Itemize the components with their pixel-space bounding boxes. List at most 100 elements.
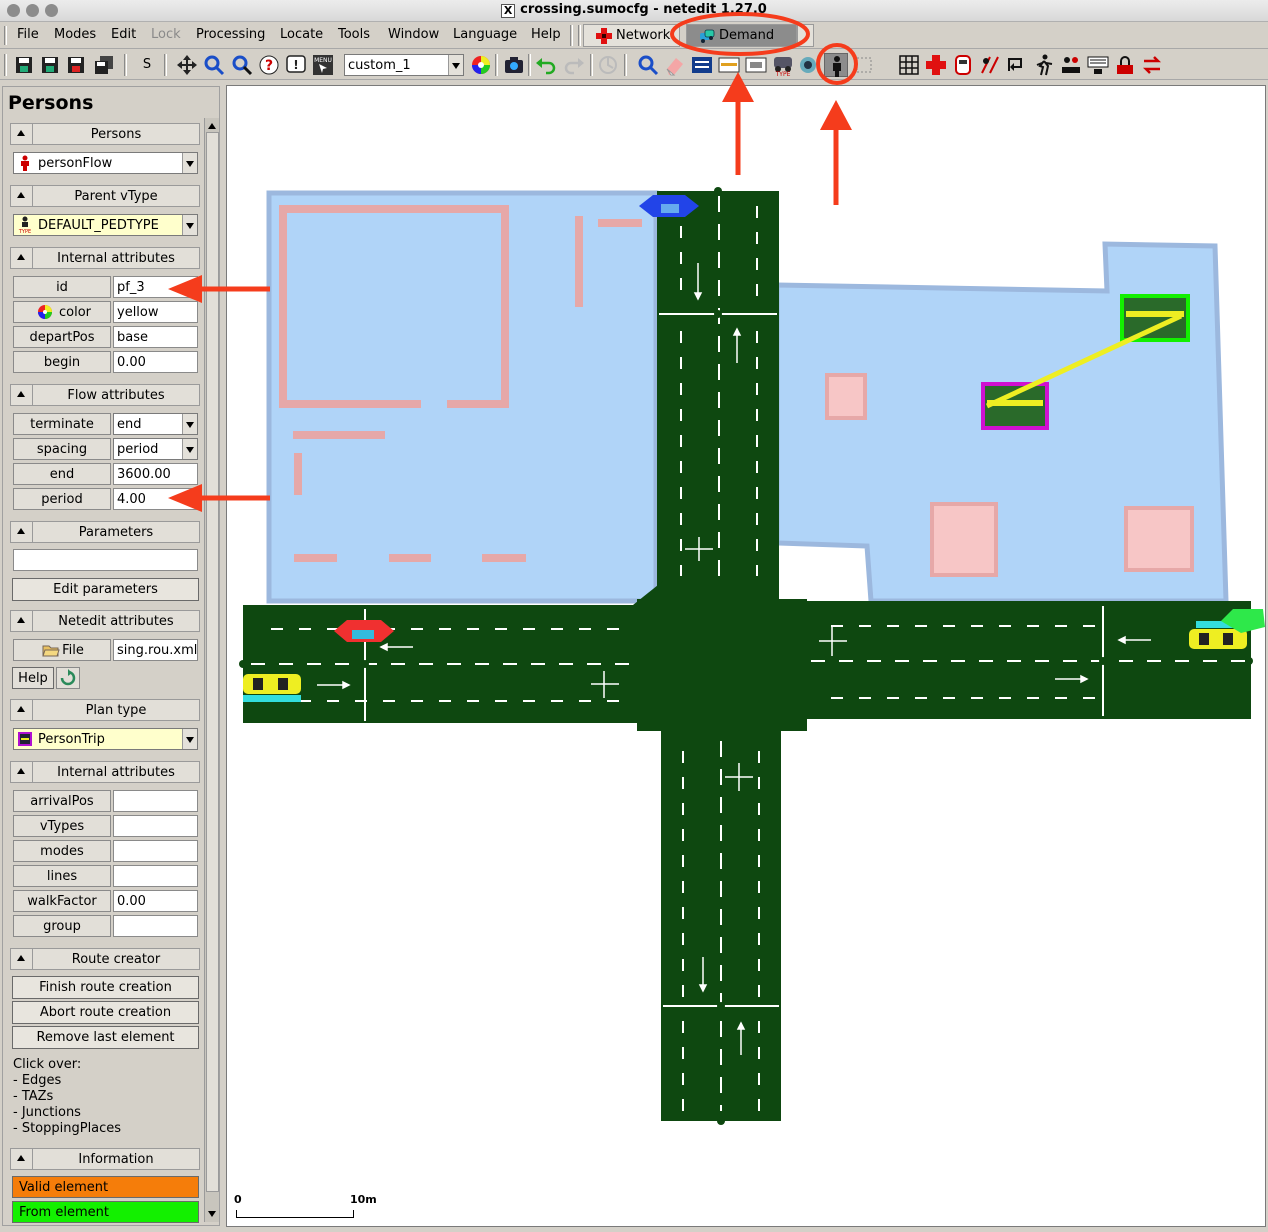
panel-scrollbar[interactable] bbox=[204, 118, 219, 1222]
plan-type-select[interactable]: PersonTrip bbox=[13, 728, 198, 750]
vehicle-yellow-left[interactable] bbox=[243, 674, 301, 702]
arrivalpos-field[interactable] bbox=[113, 790, 198, 812]
menu-modes[interactable]: Modes bbox=[54, 27, 96, 42]
walkfactor-field[interactable]: 0.00 bbox=[113, 890, 198, 912]
toolbar-grip[interactable] bbox=[495, 54, 498, 76]
flow-attributes-header[interactable]: Flow attributes bbox=[10, 384, 200, 406]
netedit-attributes-header[interactable]: Netedit attributes bbox=[10, 610, 200, 632]
undo-button[interactable] bbox=[534, 53, 558, 77]
plan-internal-attributes-header[interactable]: Internal attributes bbox=[10, 761, 200, 783]
save-additionals-button[interactable] bbox=[38, 53, 62, 77]
collapse-icon[interactable] bbox=[11, 124, 33, 144]
vehicle-view-button[interactable] bbox=[951, 53, 975, 77]
recompute-button[interactable] bbox=[596, 53, 620, 77]
terminate-select[interactable]: end bbox=[113, 413, 198, 435]
collapse-icon[interactable] bbox=[11, 248, 33, 268]
route-creator-header[interactable]: Route creator bbox=[10, 948, 200, 970]
file-button[interactable]: File bbox=[13, 639, 111, 661]
network-view[interactable] bbox=[227, 86, 1266, 1227]
reset-button[interactable] bbox=[56, 667, 80, 689]
menu-button[interactable]: MENU bbox=[311, 53, 335, 77]
menubar-grip[interactable] bbox=[4, 26, 7, 45]
collapse-icon[interactable] bbox=[11, 186, 33, 206]
swap-view-button[interactable] bbox=[1140, 53, 1164, 77]
menu-tools[interactable]: Tools bbox=[338, 27, 370, 42]
network-canvas[interactable]: 0 10m bbox=[226, 85, 1266, 1227]
collapse-icon[interactable] bbox=[11, 762, 33, 782]
route-view-button[interactable] bbox=[1005, 53, 1029, 77]
vehicle-mode-button[interactable] bbox=[744, 53, 768, 77]
save-network-button[interactable] bbox=[12, 53, 36, 77]
toolbar-grip[interactable] bbox=[4, 54, 7, 76]
parameters-field[interactable] bbox=[13, 549, 198, 571]
left-area-polygon[interactable] bbox=[266, 190, 659, 604]
parameters-header[interactable]: Parameters bbox=[10, 521, 200, 543]
menubar-grip-3[interactable] bbox=[578, 25, 581, 46]
walk-view-button[interactable] bbox=[1032, 53, 1056, 77]
lock-view-button[interactable] bbox=[1113, 53, 1137, 77]
persons-group-header[interactable]: Persons bbox=[10, 123, 200, 145]
finish-route-button[interactable]: Finish route creation bbox=[12, 976, 199, 999]
modes-field[interactable] bbox=[113, 840, 198, 862]
inspect-button[interactable]: ? bbox=[257, 53, 281, 77]
help-button[interactable]: Help bbox=[12, 667, 54, 689]
toolbar-grip[interactable] bbox=[124, 54, 127, 76]
collapse-icon[interactable] bbox=[11, 700, 33, 720]
color-field[interactable]: yellow bbox=[113, 301, 198, 323]
end-field[interactable]: 3600.00 bbox=[113, 463, 198, 485]
save-all-button[interactable] bbox=[92, 53, 116, 77]
menu-window[interactable]: Window bbox=[388, 27, 439, 42]
person-type-mode-button[interactable] bbox=[852, 53, 876, 77]
supermode-extra-button[interactable] bbox=[797, 24, 814, 47]
tooltip-button[interactable]: ! bbox=[284, 53, 308, 77]
departpos-field[interactable]: base bbox=[113, 326, 198, 348]
lane-change-button[interactable] bbox=[978, 53, 1002, 77]
color-button[interactable] bbox=[469, 53, 493, 77]
information-header[interactable]: Information bbox=[10, 1148, 200, 1170]
group-field[interactable] bbox=[113, 915, 198, 937]
toolbar-grip[interactable] bbox=[528, 54, 531, 76]
persons-view-button[interactable] bbox=[1059, 53, 1083, 77]
toolbar-grip[interactable] bbox=[624, 54, 627, 76]
parent-vtype-select[interactable]: TYPE DEFAULT_PEDTYPE bbox=[13, 214, 198, 236]
menu-lock[interactable]: Lock bbox=[151, 27, 181, 42]
edit-parameters-button[interactable]: Edit parameters bbox=[12, 578, 199, 601]
s-button[interactable]: S bbox=[135, 53, 159, 77]
id-field[interactable]: pf_3 bbox=[113, 276, 198, 298]
spacing-select[interactable]: period bbox=[113, 438, 198, 460]
network-supermode-button[interactable]: Network bbox=[583, 24, 680, 47]
menu-help[interactable]: Help bbox=[531, 27, 561, 42]
grid-button[interactable] bbox=[897, 53, 921, 77]
file-field[interactable]: sing.rou.xml bbox=[113, 639, 198, 661]
collapse-icon[interactable] bbox=[11, 1149, 33, 1169]
screenshot-button[interactable] bbox=[502, 53, 526, 77]
plan-type-header[interactable]: Plan type bbox=[10, 699, 200, 721]
menu-locate[interactable]: Locate bbox=[280, 27, 323, 42]
vtype-distribution-mode-button[interactable] bbox=[796, 53, 820, 77]
toolbar-grip[interactable] bbox=[590, 54, 593, 76]
inspect-mode-button[interactable] bbox=[636, 53, 660, 77]
color-attr-button[interactable]: color bbox=[13, 301, 111, 323]
scrollbar-thumb[interactable] bbox=[206, 132, 219, 1192]
person-type-select[interactable]: personFlow bbox=[13, 152, 198, 174]
redo-button[interactable] bbox=[562, 53, 586, 77]
move-button[interactable] bbox=[175, 53, 199, 77]
zoom-button[interactable] bbox=[202, 53, 226, 77]
demand-supermode-button[interactable]: Demand bbox=[686, 24, 797, 47]
locate-button[interactable] bbox=[230, 53, 254, 77]
view-scheme-select[interactable]: custom_1 bbox=[344, 54, 464, 76]
person-mode-button[interactable] bbox=[824, 53, 848, 77]
lines-field[interactable] bbox=[113, 865, 198, 887]
collapse-icon[interactable] bbox=[11, 522, 33, 542]
collapse-icon[interactable] bbox=[11, 949, 33, 969]
junction-shape-button[interactable] bbox=[924, 53, 948, 77]
save-demand-button[interactable] bbox=[64, 53, 88, 77]
vtype-group-header[interactable]: Parent vType bbox=[10, 185, 200, 207]
abort-route-button[interactable]: Abort route creation bbox=[12, 1001, 199, 1024]
collapse-icon[interactable] bbox=[11, 385, 33, 405]
collapse-icon[interactable] bbox=[11, 611, 33, 631]
menu-file[interactable]: File bbox=[17, 27, 39, 42]
internal-attributes-header[interactable]: Internal attributes bbox=[10, 247, 200, 269]
delete-mode-button[interactable] bbox=[663, 53, 687, 77]
containers-view-button[interactable] bbox=[1086, 53, 1110, 77]
